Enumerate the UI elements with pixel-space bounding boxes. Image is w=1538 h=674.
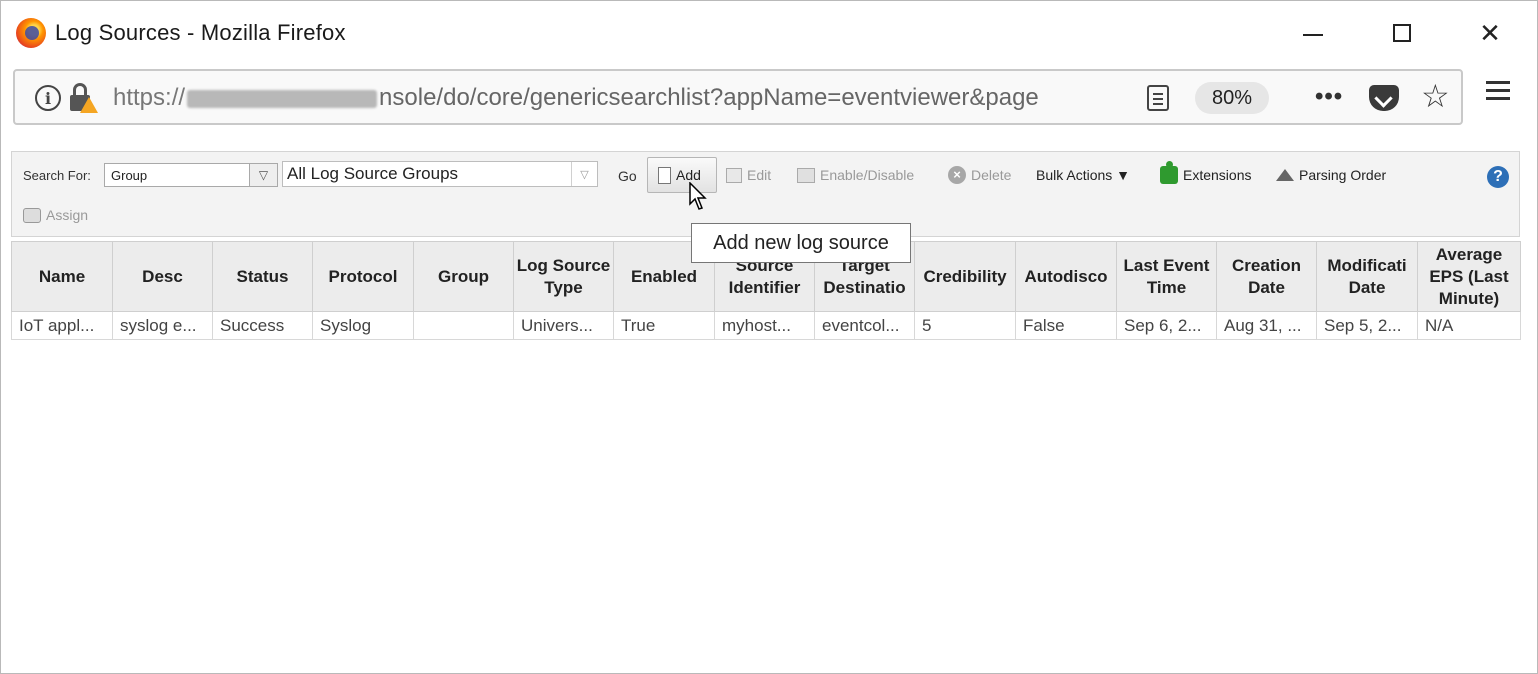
column-header-average-eps[interactable]: Average EPS (Last Minute) bbox=[1417, 241, 1521, 312]
enable-disable-icon bbox=[797, 167, 815, 183]
parsing-order-label: Parsing Order bbox=[1299, 167, 1387, 183]
group-select[interactable]: All Log Source Groups ▽ bbox=[282, 161, 598, 187]
cell-source-identifier: myhost... bbox=[714, 311, 815, 340]
more-actions-icon[interactable]: ••• bbox=[1315, 83, 1343, 111]
delete-icon: × bbox=[948, 166, 966, 184]
assign-icon bbox=[23, 207, 41, 223]
parsing-order-icon bbox=[1276, 169, 1294, 181]
cell-enabled: True bbox=[613, 311, 715, 340]
extensions-puzzle-icon bbox=[1160, 161, 1178, 184]
firefox-logo-icon bbox=[16, 18, 46, 48]
info-icon[interactable]: i bbox=[35, 85, 61, 111]
zoom-level[interactable]: 80% bbox=[1195, 82, 1269, 114]
pocket-icon[interactable] bbox=[1369, 85, 1399, 111]
parsing-order-button[interactable]: Parsing Order bbox=[1276, 164, 1386, 186]
chevron-down-icon[interactable]: ▽ bbox=[571, 162, 597, 186]
add-tooltip: Add new log source bbox=[691, 223, 911, 263]
redacted-host bbox=[187, 89, 378, 108]
column-header-credibility[interactable]: Credibility bbox=[914, 241, 1016, 312]
cell-average-eps: N/A bbox=[1417, 311, 1521, 340]
edit-button[interactable]: Edit bbox=[726, 164, 771, 186]
browser-window: Log Sources - Mozilla Firefox ✕ i https:… bbox=[0, 0, 1538, 674]
column-header-group[interactable]: Group bbox=[413, 241, 514, 312]
cell-creation-date: Aug 31, ... bbox=[1216, 311, 1317, 340]
cell-last-event-time: Sep 6, 2... bbox=[1116, 311, 1217, 340]
enable-disable-button[interactable]: Enable/Disable bbox=[797, 164, 914, 186]
column-header-autodiscovered[interactable]: Autodisco bbox=[1015, 241, 1117, 312]
reader-view-icon[interactable] bbox=[1147, 85, 1169, 111]
chevron-down-icon[interactable]: ▽ bbox=[249, 164, 277, 186]
bookmark-star-icon[interactable]: ☆ bbox=[1421, 77, 1450, 115]
mouse-cursor-icon bbox=[689, 182, 707, 210]
warning-icon bbox=[80, 97, 98, 113]
cell-autodiscovered: False bbox=[1015, 311, 1117, 340]
delete-button-label: Delete bbox=[971, 167, 1012, 183]
search-for-select[interactable]: Group ▽ bbox=[104, 163, 278, 187]
edit-icon bbox=[726, 167, 742, 183]
navigation-row: i https:// nsole/do/core/genericsearchlis… bbox=[1, 65, 1537, 131]
column-header-last-event-time[interactable]: Last Event Time bbox=[1116, 241, 1217, 312]
cell-desc: syslog e... bbox=[112, 311, 213, 340]
assign-button[interactable]: Assign bbox=[23, 204, 88, 226]
column-header-status[interactable]: Status bbox=[212, 241, 313, 312]
new-document-icon bbox=[658, 166, 671, 184]
add-button-label: Add bbox=[676, 167, 701, 183]
cell-group bbox=[413, 311, 514, 340]
cell-log-source-type: Univers... bbox=[513, 311, 614, 340]
go-button[interactable]: Go bbox=[618, 168, 637, 184]
minimize-icon bbox=[1303, 34, 1323, 36]
url-prefix: https:// bbox=[113, 84, 186, 111]
column-header-desc[interactable]: Desc bbox=[112, 241, 213, 312]
maximize-icon bbox=[1393, 24, 1411, 42]
column-header-log-source-type[interactable]: Log Source Type bbox=[513, 241, 614, 312]
title-bar: Log Sources - Mozilla Firefox ✕ bbox=[1, 1, 1537, 65]
url-text[interactable]: https:// nsole/do/core/genericsearchlist?… bbox=[113, 84, 1123, 112]
close-icon: ✕ bbox=[1479, 17, 1501, 48]
window-title: Log Sources - Mozilla Firefox bbox=[55, 20, 346, 45]
cell-name: IoT appl... bbox=[11, 311, 113, 340]
cell-status: Success bbox=[212, 311, 313, 340]
close-button[interactable]: ✕ bbox=[1470, 15, 1510, 51]
search-for-value: Group bbox=[111, 168, 148, 183]
cell-modification-date: Sep 5, 2... bbox=[1316, 311, 1418, 340]
insecure-lock-icon[interactable] bbox=[70, 83, 98, 113]
enable-disable-label: Enable/Disable bbox=[820, 167, 915, 183]
column-header-modification-date[interactable]: Modificati Date bbox=[1316, 241, 1418, 312]
group-select-value: All Log Source Groups bbox=[287, 164, 459, 183]
menu-hamburger-icon[interactable] bbox=[1486, 81, 1510, 101]
bulk-actions-label: Bulk Actions ▼ bbox=[1036, 167, 1131, 183]
cell-credibility: 5 bbox=[914, 311, 1016, 340]
url-path: nsole/do/core/genericsearchlist?appName=… bbox=[379, 84, 1039, 111]
column-header-protocol[interactable]: Protocol bbox=[312, 241, 414, 312]
minimize-button[interactable] bbox=[1293, 15, 1333, 51]
url-bar[interactable]: i https:// nsole/do/core/genericsearchlis… bbox=[13, 69, 1463, 125]
extensions-label: Extensions bbox=[1183, 167, 1252, 183]
bulk-actions-menu[interactable]: Bulk Actions ▼ bbox=[1036, 164, 1130, 186]
maximize-button[interactable] bbox=[1382, 15, 1422, 51]
delete-button[interactable]: × Delete bbox=[948, 164, 1011, 186]
help-icon[interactable]: ? bbox=[1487, 166, 1509, 188]
cell-target-destination: eventcol... bbox=[814, 311, 915, 340]
table-row[interactable]: IoT appl... syslog e... Success Syslog U… bbox=[11, 311, 1521, 340]
edit-button-label: Edit bbox=[747, 167, 772, 183]
assign-label: Assign bbox=[46, 207, 89, 223]
cell-protocol: Syslog bbox=[312, 311, 414, 340]
extensions-button[interactable]: Extensions bbox=[1160, 161, 1252, 186]
search-for-label: Search For: bbox=[23, 168, 91, 183]
column-header-name[interactable]: Name bbox=[11, 241, 113, 312]
column-header-creation-date[interactable]: Creation Date bbox=[1216, 241, 1317, 312]
